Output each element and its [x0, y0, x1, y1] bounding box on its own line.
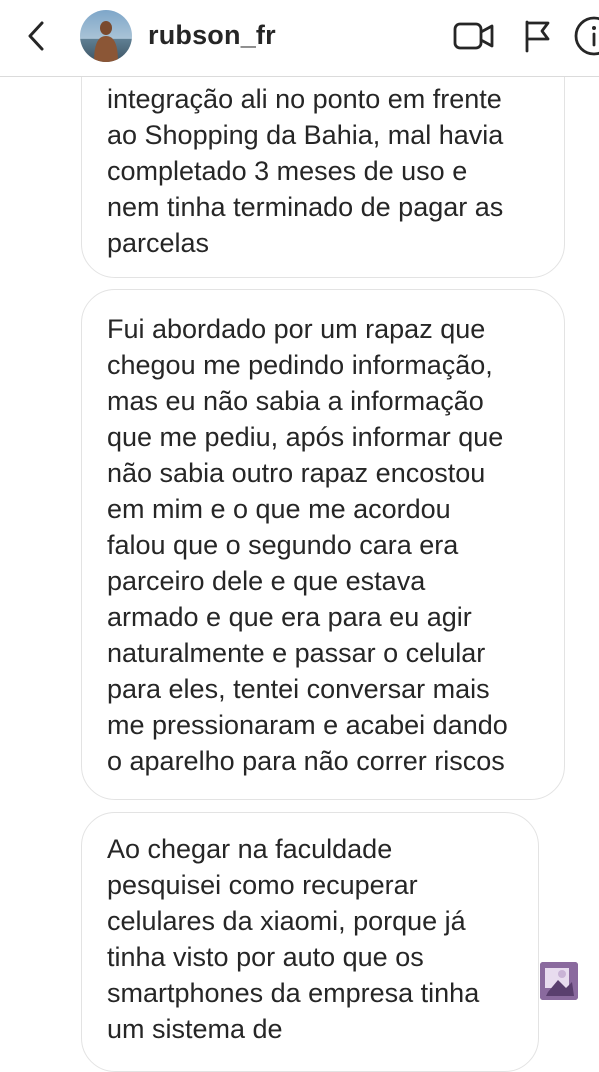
message-line: chegou me pedindo informação, [107, 350, 493, 380]
message-bubble[interactable]: Fui abordado por um rapaz que chegou me … [81, 289, 565, 800]
message-line: Fui abordado por um rapaz que [107, 314, 486, 344]
flag-icon [525, 20, 550, 53]
username[interactable]: rubson_fr [148, 20, 276, 51]
message-line: parcelas [107, 228, 210, 258]
message-line: integração ali no ponto em frente [107, 84, 502, 114]
info-button[interactable] [572, 14, 599, 58]
message-line: para eles, tentei conversar mais [107, 674, 490, 704]
message-line: completado 3 meses de uso e [107, 156, 468, 186]
message-line: naturalmente e passar o celular [107, 638, 486, 668]
message-line: armado e que era para eu agir [107, 602, 472, 632]
back-button[interactable] [22, 18, 52, 54]
message-line: não sabia outro rapaz encostou [107, 458, 486, 488]
video-camera-icon [453, 22, 494, 50]
message-line: Ao chegar na faculdade [107, 834, 393, 864]
video-call-button[interactable] [452, 19, 496, 53]
message-line: o aparelho para não correr riscos [107, 746, 505, 776]
message-line: pesquisei como recuperar [107, 870, 418, 900]
message-line: em mim e o que me acordou [107, 494, 451, 524]
message-line: um sistema de [107, 1014, 283, 1044]
info-icon [574, 16, 599, 56]
message-line: falou que o segundo cara era [107, 530, 459, 560]
message-line: que me pediu, após informar que [107, 422, 504, 452]
message-line: smartphones da empresa tinha [107, 978, 480, 1008]
message-bubble[interactable]: Ao chegar na faculdade pesquisei como re… [81, 812, 539, 1072]
chevron-left-icon [28, 21, 44, 51]
message-line: nem tinha terminado de pagar as [107, 192, 504, 222]
avatar[interactable] [80, 10, 132, 62]
message-line: celulares da xiaomi, porque já [107, 906, 466, 936]
message-line: mas eu não sabia a informação [107, 386, 484, 416]
message-line: parceiro dele e que estava [107, 566, 426, 596]
message-line: tinha visto por auto que os [107, 942, 424, 972]
message-line: ao Shopping da Bahia, mal havia [107, 120, 504, 150]
message-line: me pressionaram e acabei dando [107, 710, 508, 740]
watermark-icon [540, 962, 578, 1000]
report-button[interactable] [522, 18, 552, 54]
chat-header: rubson_fr [0, 0, 599, 77]
